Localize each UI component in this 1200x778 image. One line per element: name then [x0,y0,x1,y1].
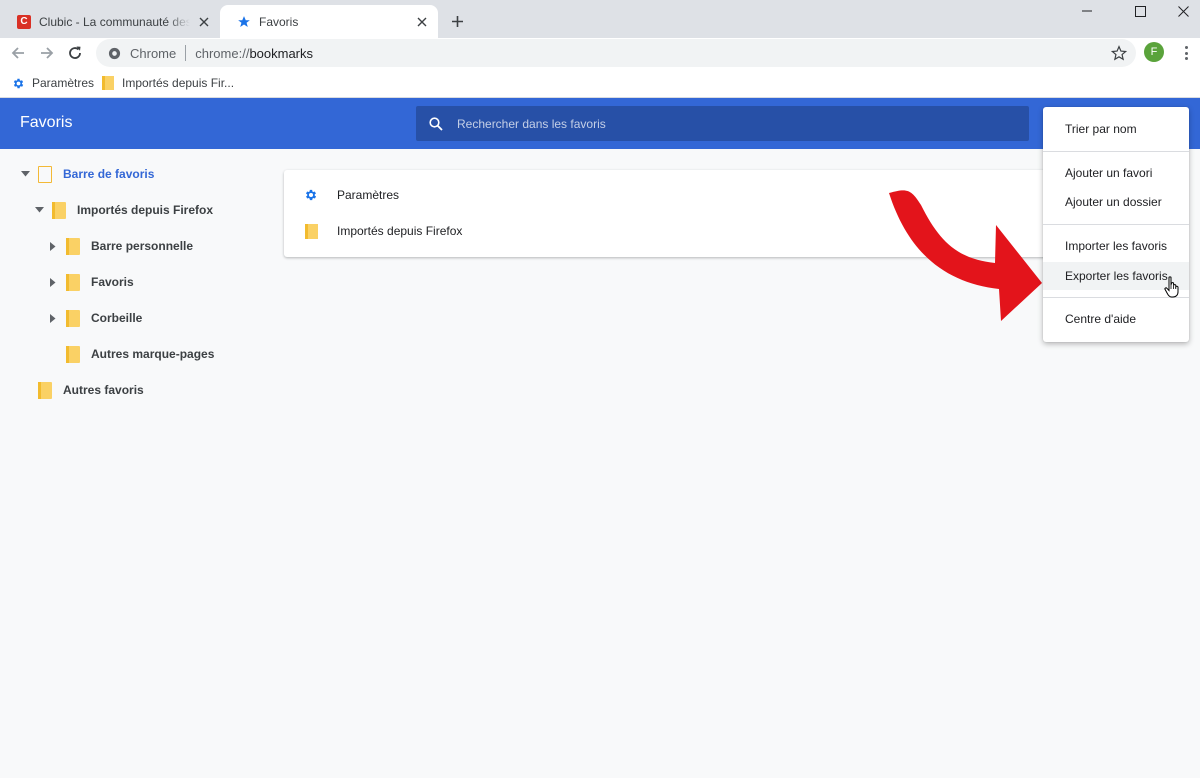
search-input[interactable] [457,116,1029,131]
tree-item-corbeille[interactable]: Corbeille [48,306,142,330]
tree-label: Barre personnelle [91,239,194,253]
organize-menu: Trier par nom Ajouter un favori Ajouter … [1043,107,1189,342]
tree-label: Favoris [91,275,134,289]
toolbar: Chrome chrome://bookmarks F [0,38,1200,68]
search-box[interactable] [416,106,1029,141]
caret-right-icon[interactable] [48,313,58,323]
menu-label: Centre d'aide [1065,312,1137,326]
gear-icon [11,76,25,90]
folder-icon [66,237,80,255]
menu-label: Importer les favoris [1065,239,1168,253]
page-title: Favoris [20,114,73,131]
bookmarks-bar: Paramètres Importés depuis Fir... [0,68,1200,98]
tree-item-autres-favoris[interactable]: Autres favoris [20,378,144,402]
window-close-button[interactable] [1160,0,1200,22]
caret-right-icon[interactable] [48,241,58,251]
tab-title: Clubic - La communauté des passionnés de… [39,14,190,29]
bookmark-parametres[interactable]: Paramètres [11,74,94,92]
tree-item-autres-marque-pages[interactable]: Autres marque-pages [48,342,214,366]
omnibox-scheme: Chrome [130,45,177,61]
maximize-button[interactable] [1117,0,1163,22]
menu-item-centre-aide[interactable]: Centre d'aide [1043,306,1189,332]
tree-label: Corbeille [91,311,143,325]
close-icon[interactable] [196,14,212,30]
omnibox-url: chrome://bookmarks [195,45,314,61]
folder-icon [52,201,66,219]
tab-title: Favoris [259,14,299,29]
bookmark-label: Importés depuis Fir... [122,76,235,90]
folder-open-icon [38,165,52,183]
item-label: Importés depuis Firefox [337,224,463,238]
menu-divider [1043,224,1189,225]
folder-icon [304,223,318,239]
profile-avatar[interactable]: F [1144,42,1164,62]
reload-button[interactable] [63,41,87,65]
caret-down-icon[interactable] [34,205,44,215]
tab-favoris[interactable]: Favoris [220,5,438,38]
folder-icon [38,381,52,399]
folder-icon [101,76,115,90]
folder-icon [66,309,80,327]
gear-icon [304,187,318,203]
menu-item-trier-par-nom[interactable]: Trier par nom [1043,116,1189,142]
new-tab-button[interactable] [446,10,468,32]
tree-item-favoris[interactable]: Favoris [48,270,134,294]
tree-label: Barre de favoris [63,167,155,181]
menu-label: Ajouter un favori [1065,166,1153,180]
bookmark-list: Paramètres Importés depuis Firefox [284,170,1084,257]
menu-label: Trier par nom [1065,122,1137,136]
menu-label: Ajouter un dossier [1065,195,1162,209]
bookmark-folder-firefox[interactable]: Importés depuis Fir... [101,74,234,92]
tree-label: Autres favoris [63,383,144,397]
star-icon [236,14,252,30]
bookmark-label: Paramètres [32,76,95,90]
caret-right-icon[interactable] [48,277,58,287]
menu-item-ajouter-favori[interactable]: Ajouter un favori [1043,160,1189,186]
menu-label: Exporter les favoris [1065,269,1168,283]
forward-button[interactable] [35,41,59,65]
folder-icon [66,273,80,291]
tree-item-barre-de-favoris[interactable]: Barre de favoris [20,162,154,186]
chrome-icon [106,45,122,61]
menu-item-ajouter-dossier[interactable]: Ajouter un dossier [1043,189,1189,215]
hand-cursor-icon [1164,276,1179,298]
search-icon [428,116,444,132]
tab-clubic[interactable]: C Clubic - La communauté des passionnés … [0,5,221,38]
tree-label: Importés depuis Firefox [77,203,214,217]
bookmarks-header: Favoris [0,98,1200,149]
caret-down-icon[interactable] [20,169,30,179]
tree-label: Autres marque-pages [91,347,215,361]
minimize-button[interactable] [1064,0,1110,22]
list-item[interactable]: Paramètres [284,177,1084,213]
address-bar[interactable]: Chrome chrome://bookmarks [96,39,1136,67]
back-button[interactable] [6,41,30,65]
item-label: Paramètres [337,188,400,202]
tree-item-barre-personnelle[interactable]: Barre personnelle [48,234,193,258]
tree-item-importes-firefox[interactable]: Importés depuis Firefox [34,198,213,222]
chrome-menu-icon[interactable] [1180,44,1192,62]
bookmark-star-icon[interactable] [1110,44,1128,62]
tab-strip: C Clubic - La communauté des passionnés … [0,0,1200,38]
close-icon[interactable] [414,14,430,30]
list-item[interactable]: Importés depuis Firefox [284,213,1084,249]
clubic-favicon: C [16,14,32,30]
menu-item-importer-favoris[interactable]: Importer les favoris [1043,233,1189,259]
omnibox-divider [185,45,187,61]
folder-icon [66,345,80,363]
menu-divider [1043,151,1189,152]
